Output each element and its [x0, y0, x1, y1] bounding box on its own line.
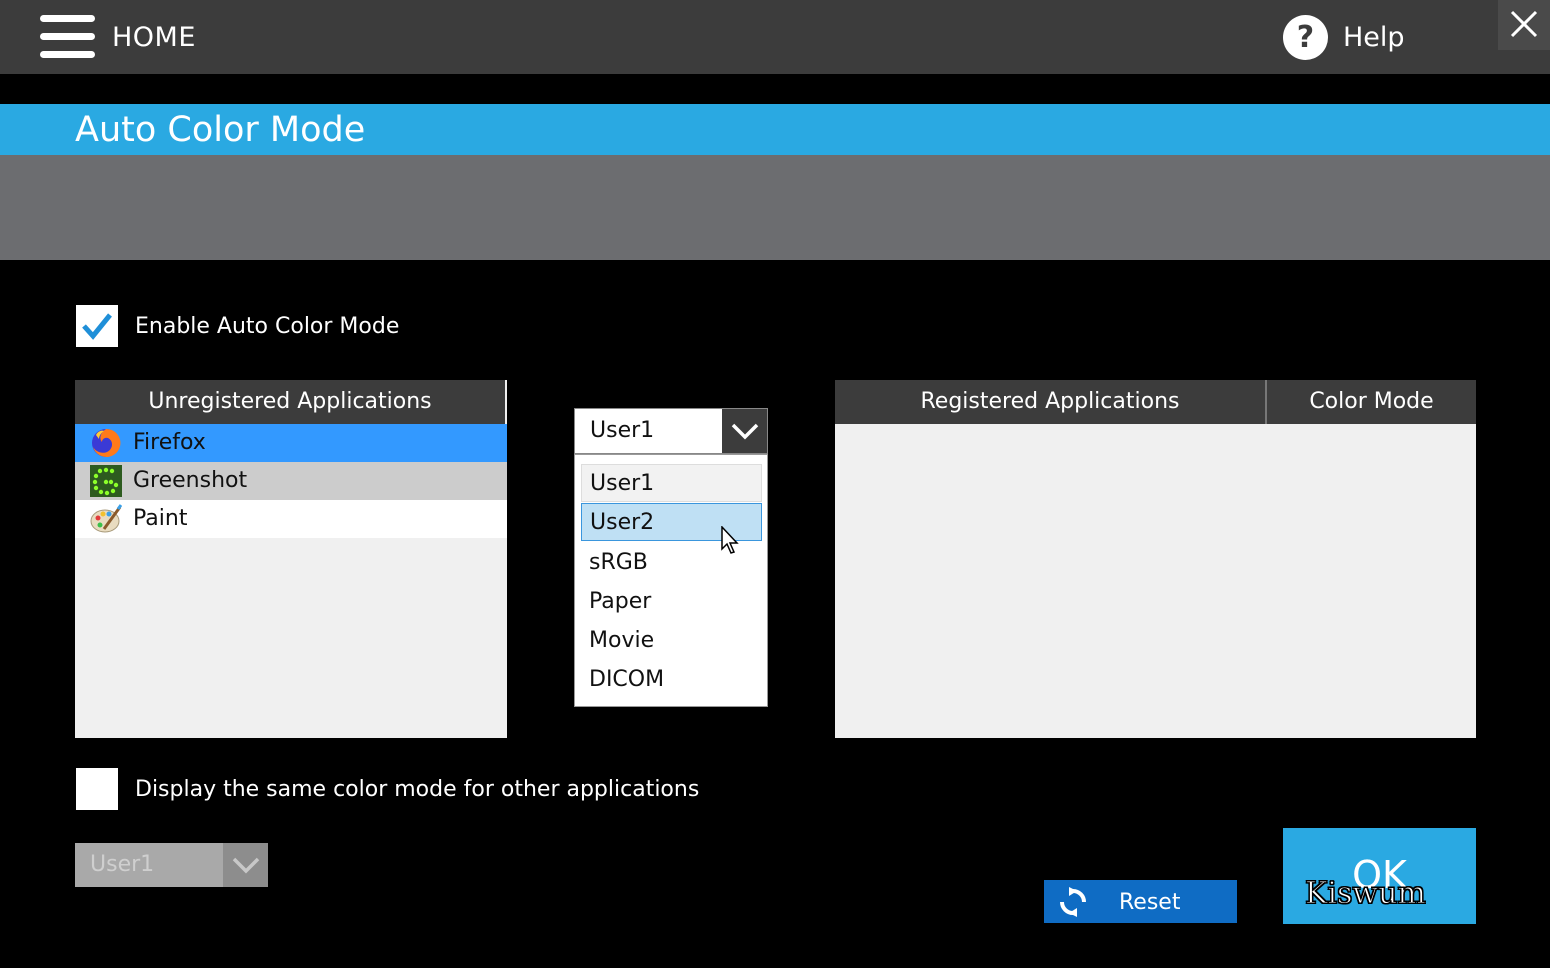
app-row-firefox[interactable]: Firefox	[75, 424, 507, 462]
app-row-greenshot[interactable]: Greenshot	[75, 462, 507, 500]
chevron-down-icon[interactable]	[722, 409, 767, 453]
page-title: Auto Color Mode	[75, 110, 366, 150]
color-mode-dropdown[interactable]: User1	[574, 408, 768, 454]
unregistered-apps-panel: Unregistered Applications Firefox Greens…	[75, 380, 507, 738]
color-mode-dropdown-value: User1	[590, 418, 655, 443]
registered-apps-header[interactable]: Registered Applications	[835, 380, 1265, 424]
option-dicom[interactable]: DICOM	[581, 661, 762, 699]
watermark-text: Kiswum	[1305, 876, 1427, 912]
top-bar: HOME ? Help	[0, 0, 1550, 74]
help-link[interactable]: Help	[1343, 20, 1405, 56]
other-apps-mode-dropdown: User1	[75, 843, 268, 887]
checkmark-icon	[82, 313, 112, 340]
option-user1[interactable]: User1	[581, 464, 762, 502]
color-mode-options-list: User1 User2 sRGB Paper Movie DICOM	[574, 454, 768, 707]
same-color-mode-label: Display the same color mode for other ap…	[135, 777, 700, 802]
app-name: Greenshot	[133, 468, 248, 493]
reset-label: Reset	[1119, 890, 1181, 915]
color-mode-header[interactable]: Color Mode	[1267, 380, 1476, 424]
app-row-paint[interactable]: Paint	[75, 500, 507, 538]
hamburger-menu-icon[interactable]	[40, 15, 95, 59]
title-bar: Auto Color Mode	[0, 104, 1550, 155]
close-icon	[1510, 10, 1538, 38]
unregistered-apps-header: Unregistered Applications	[75, 380, 505, 424]
option-movie[interactable]: Movie	[581, 622, 762, 660]
option-paper[interactable]: Paper	[581, 583, 762, 621]
chevron-down-icon	[223, 843, 268, 887]
enable-auto-color-checkbox[interactable]	[76, 305, 118, 347]
home-link[interactable]: HOME	[112, 20, 196, 56]
description-area	[0, 155, 1550, 260]
refresh-icon	[1060, 887, 1086, 917]
app-name: Paint	[133, 506, 188, 531]
same-color-mode-checkbox[interactable]	[76, 768, 118, 810]
close-button[interactable]	[1498, 0, 1550, 50]
enable-auto-color-label: Enable Auto Color Mode	[135, 314, 400, 339]
registered-apps-panel: Registered Applications Color Mode	[835, 380, 1476, 738]
paint-icon	[90, 504, 122, 533]
app-name: Firefox	[133, 430, 206, 455]
help-icon[interactable]: ?	[1283, 15, 1328, 60]
mouse-cursor-icon	[721, 526, 739, 554]
greenshot-icon	[90, 465, 122, 497]
firefox-icon	[92, 428, 121, 457]
reset-button[interactable]: Reset	[1044, 880, 1237, 923]
other-apps-mode-value: User1	[90, 852, 155, 877]
